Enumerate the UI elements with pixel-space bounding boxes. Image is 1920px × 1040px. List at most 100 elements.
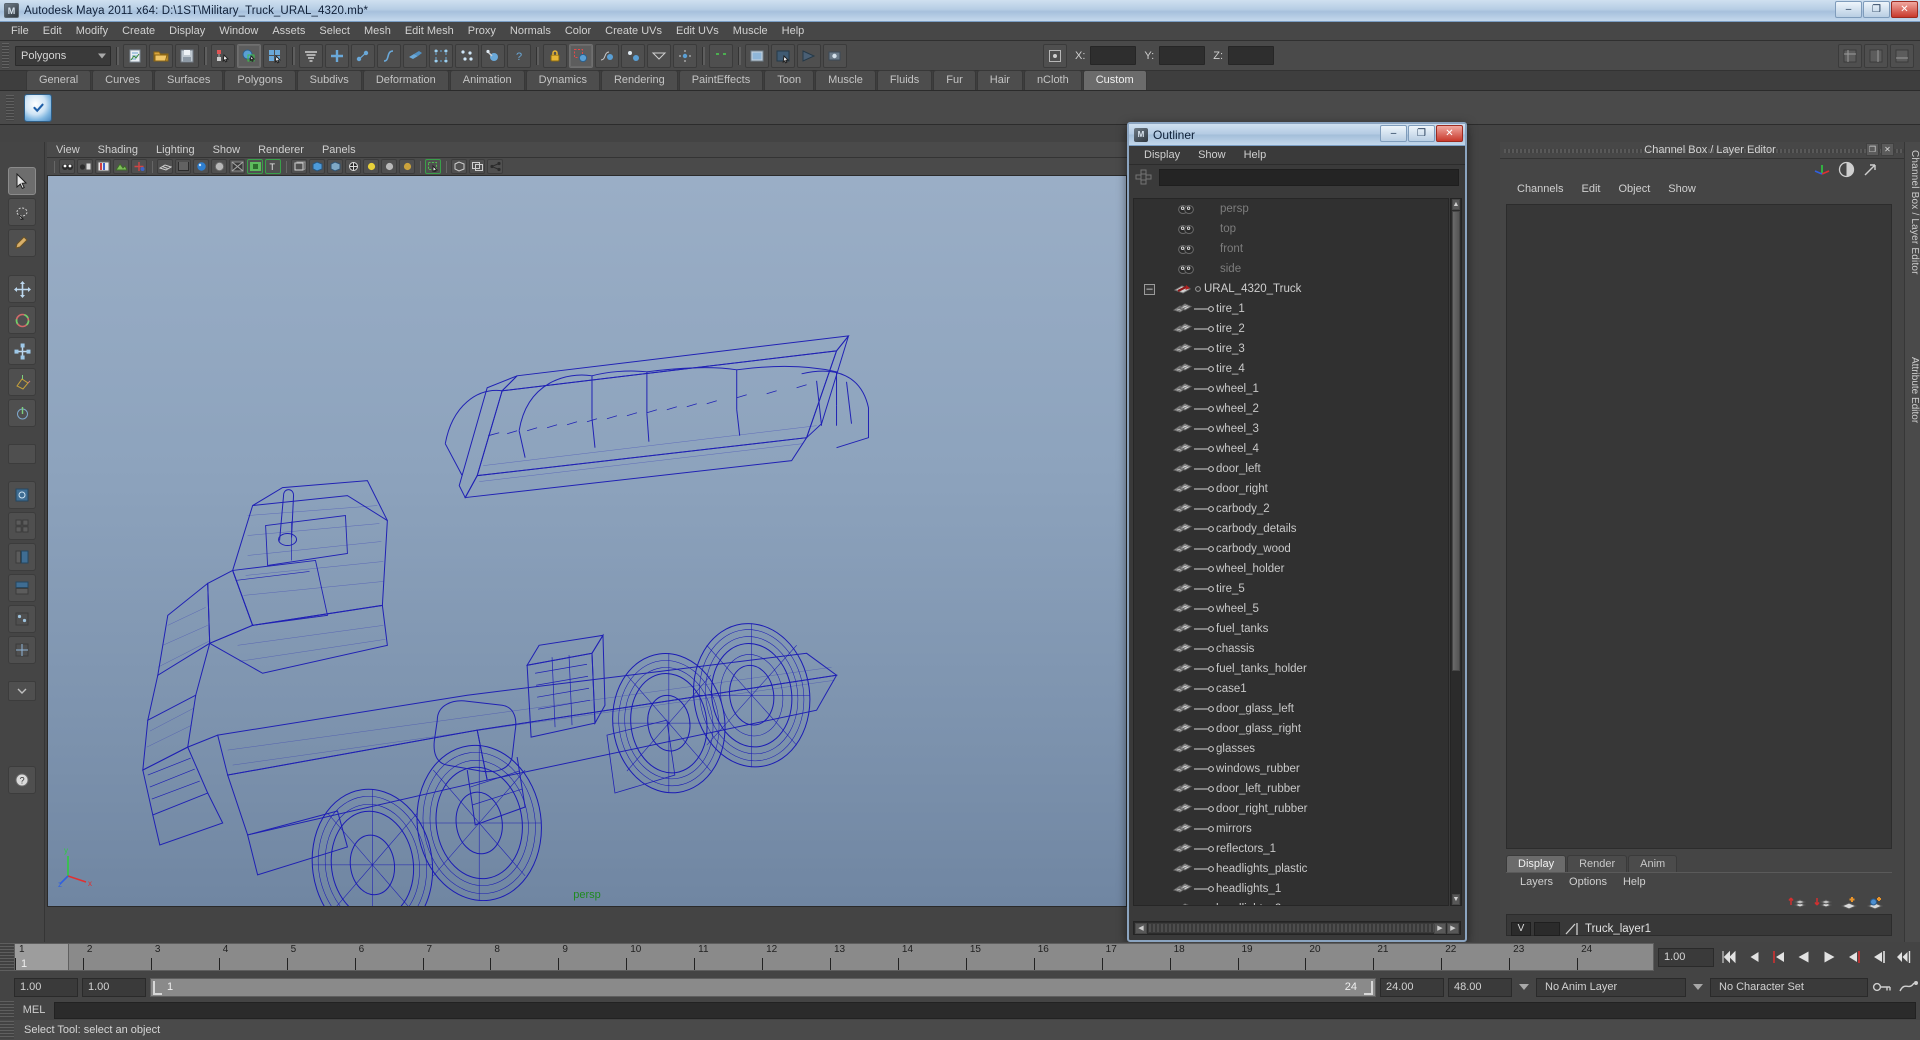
select-by-component-type-icon[interactable] [263,43,287,68]
outliner-item-door-glass-right[interactable]: door_glass_right [1134,719,1448,739]
step-back-frame-icon[interactable] [1769,948,1789,967]
menu-item-window[interactable]: Window [212,23,265,40]
animation-preferences-icon[interactable] [1898,979,1920,995]
move-tool-icon[interactable] [8,275,36,303]
outliner-item-fuel-tanks[interactable]: fuel_tanks [1134,619,1448,639]
viewport-menu-panels[interactable]: Panels [313,143,365,157]
select-tool-icon[interactable] [8,167,36,195]
paint-select-tool-icon[interactable] [8,229,36,257]
anim-layer-chevron-down-icon[interactable] [1516,978,1532,997]
outliner-item-chassis[interactable]: chassis [1134,639,1448,659]
select-surface-icon[interactable] [403,43,427,68]
snap-grid-icon[interactable] [569,43,593,68]
outliner-minimize-button[interactable]: – [1380,125,1407,142]
selection-mode-dropdown[interactable]: Polygons [15,45,111,66]
outliner-item-ural-4320-truck[interactable]: – URAL_4320_Truck [1134,279,1448,299]
outliner-item-wheel-3[interactable]: wheel_3 [1134,419,1448,439]
attribute-editor-vertical-tab[interactable]: Attribute Editor [1906,357,1920,423]
move-layer-up-icon[interactable] [1788,895,1806,911]
command-line-input[interactable] [54,1001,1916,1019]
scrollbar-thumb[interactable] [1452,211,1460,671]
coordinate-mode-icon[interactable] [1043,43,1068,68]
lock-selection-icon[interactable] [543,43,567,68]
outliner-item-mirrors[interactable]: mirrors [1134,819,1448,839]
play-forwards-icon[interactable] [1819,948,1839,967]
layout-four-view-icon[interactable] [8,512,36,540]
outliner-tree[interactable]: persp top front side – URAL_4320_Truck tire_1 t… [1133,198,1449,906]
playback-start-time-field[interactable]: 1.00 [82,977,146,997]
outliner-item-wheel-holder[interactable]: wheel_holder [1134,559,1448,579]
go-to-end-icon[interactable] [1894,948,1914,967]
display-layer-list[interactable]: V Truck_layer1 [1506,914,1892,936]
z-input[interactable] [1228,46,1274,65]
step-back-keyframe-icon[interactable] [1744,948,1764,967]
select-rendering-icon[interactable] [481,43,505,68]
outliner-item-side[interactable]: side [1134,259,1448,279]
outliner-item-case1[interactable]: case1 [1134,679,1448,699]
snap-curve-icon[interactable] [595,43,619,68]
outliner-close-button[interactable]: ✕ [1436,125,1463,142]
scroll-up-arrow-icon[interactable]: ▲ [1452,199,1460,210]
select-camera-icon[interactable] [59,159,75,174]
shelf-tab-painteffects[interactable]: PaintEffects [678,70,764,90]
outliner-menu-display[interactable]: Display [1135,149,1189,161]
anim-layer-selector[interactable]: No Anim Layer [1536,977,1686,997]
menu-item-assets[interactable]: Assets [265,23,312,40]
shelf-tab-polygons[interactable]: Polygons [224,70,296,90]
channel-box-content[interactable] [1506,204,1892,849]
command-line-grip[interactable] [0,1001,14,1019]
show-tool-settings-icon[interactable] [1890,43,1914,68]
outliner-item-headlights-1[interactable]: headlights_1 [1134,879,1448,899]
xray-joints-icon[interactable] [327,159,343,174]
light-yellow-icon[interactable] [363,159,379,174]
playback-speed-field[interactable]: 1.00 [1658,947,1714,967]
script-language-label[interactable]: MEL [14,1004,54,1016]
soft-mod-tool-icon[interactable] [8,399,36,427]
scroll-down-arrow-icon[interactable]: ▼ [1452,894,1460,905]
select-by-object-type-icon[interactable] [237,43,261,68]
viewport-menu-renderer[interactable]: Renderer [249,143,313,157]
auto-key-icon[interactable] [1872,979,1894,995]
outliner-item-door-left[interactable]: door_left [1134,459,1448,479]
light-grey-icon[interactable] [381,159,397,174]
outliner-item-glasses[interactable]: glasses [1134,739,1448,759]
outliner-item-wheel-5[interactable]: wheel_5 [1134,599,1448,619]
outliner-item-door-left-rubber[interactable]: door_left_rubber [1134,779,1448,799]
new-scene-icon[interactable] [123,43,147,68]
select-dynamics-icon[interactable] [455,43,479,68]
menu-item-color[interactable]: Color [558,23,598,40]
range-end-handle[interactable] [1364,980,1373,995]
dock-restore-button[interactable]: ❐ [1866,143,1879,156]
shelf-tab-deformation[interactable]: Deformation [362,70,449,90]
isolate-select-icon[interactable] [425,159,441,174]
layer-editor-tab-display[interactable]: Display [1506,855,1567,872]
scroll-left-arrow-icon[interactable]: ◀ [1135,922,1147,934]
viewport-menu-lighting[interactable]: Lighting [147,143,204,157]
shelf-tab-muscle[interactable]: Muscle [815,70,876,90]
outliner-item-headlights-2[interactable]: headlights_2 [1134,899,1448,905]
show-attribute-editor-icon[interactable] [1864,43,1888,68]
outliner-item-carbody-wood[interactable]: carbody_wood [1134,539,1448,559]
toolbar-grip[interactable] [2,42,9,69]
image-plane-icon[interactable] [113,159,129,174]
pick-walk-icon[interactable] [1135,169,1153,185]
smooth-shade-all-icon[interactable] [175,159,191,174]
hscroll-thumb[interactable] [1148,923,1446,933]
outliner-item-tire-4[interactable]: tire_4 [1134,359,1448,379]
outliner-item-persp[interactable]: persp [1134,199,1448,219]
light-amber-icon[interactable] [399,159,415,174]
menu-item-modify[interactable]: Modify [69,23,115,40]
outliner-item-fuel-tanks-holder[interactable]: fuel_tanks_holder [1134,659,1448,679]
shelf-tab-hair[interactable]: Hair [976,70,1023,90]
layout-more-button[interactable] [8,681,36,701]
outliner-item-wheel-4[interactable]: wheel_4 [1134,439,1448,459]
character-set-selector[interactable]: No Character Set [1710,977,1868,997]
layer-editor-tab-render[interactable]: Render [1567,855,1628,872]
bookmark-icon[interactable] [95,159,111,174]
display-layer-row[interactable]: V Truck_layer1 [1511,920,1887,937]
open-scene-icon[interactable] [149,43,173,68]
go-to-start-icon[interactable] [1719,948,1739,967]
shelf-tab-surfaces[interactable]: Surfaces [153,70,224,90]
channel-box-menu-object[interactable]: Object [1609,183,1659,195]
select-misc-icon[interactable]: ? [507,43,531,68]
